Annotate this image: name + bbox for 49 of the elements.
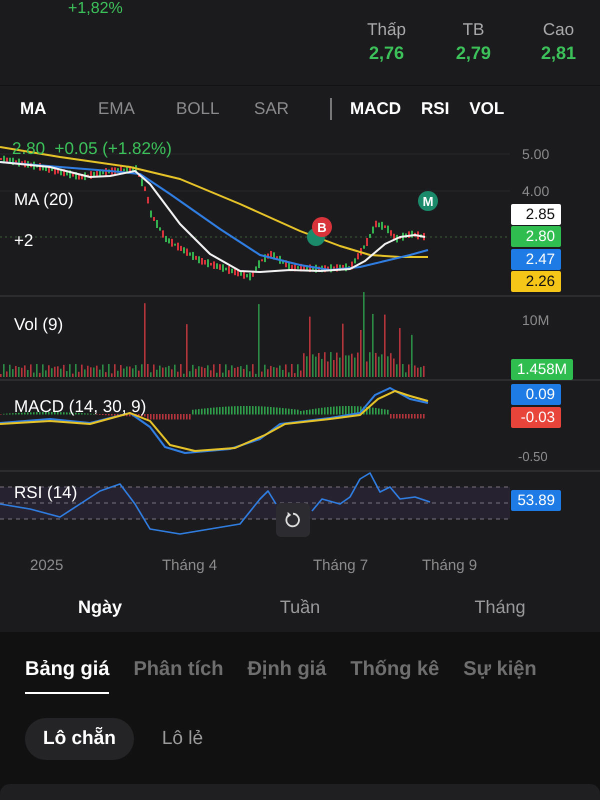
price-tag: 53.89 [511,490,561,511]
axis-label: 2025 [30,556,64,576]
indicator-label: RSI (14) [14,482,78,504]
section-tab[interactable]: Bảng giá [25,654,110,694]
reset-icon [284,511,302,529]
indicator-label: MACD (14, 30, 9) [14,396,146,418]
change-percent: +1,82% [68,0,123,18]
price-tag: -0.03 [511,407,561,428]
lot-toggle[interactable]: Lô chẵn [25,718,134,760]
axis-label: Tháng 9 [422,556,478,576]
axis-label: 5.00 [522,145,550,164]
axis-label: Tháng 4 [162,556,218,576]
indicator-label: Vol (9) [14,314,64,336]
stat-label: Thấp [367,20,406,40]
indicator-tab[interactable]: BOLL [174,96,252,122]
section-tab[interactable]: Phân tích [133,654,224,694]
indicator-tab[interactable]: VOL [459,96,514,122]
indicator-tab[interactable]: SAR [252,96,330,122]
stat-value: 2,76 [369,42,404,65]
axis-label: -0.50 [518,450,548,464]
price-tag: 2.26 [511,270,561,292]
stat-value: 2,81 [540,42,576,65]
axis-label: 4.00 [522,182,550,201]
stat-label: Cao [542,20,574,40]
price-tag: 0.09 [511,384,561,405]
offset-label: +2 [14,230,34,252]
lot-toggle[interactable]: Lô lẻ [144,718,222,760]
indicator-tab[interactable]: RSI [411,96,460,122]
reset-button[interactable] [276,503,310,537]
price-tag: 2.80 [511,226,561,248]
stat-value: 2,79 [456,42,491,65]
axis-label: Tháng 7 [313,556,368,576]
indicator-tab[interactable]: MACD [340,96,411,122]
section-tab[interactable]: Sự kiện [463,654,537,694]
price-tag: 2.85 [511,204,561,225]
chart-marker: M [418,191,438,211]
period-tab[interactable]: Tháng [400,594,600,620]
period-tab[interactable]: Ngày [0,594,200,620]
section-tab[interactable]: Định giá [247,654,326,694]
chart-marker: B [312,217,332,237]
period-tab[interactable]: Tuần [200,594,400,620]
section-tab[interactable]: Thống kê [350,654,440,694]
indicator-tab[interactable]: EMA [96,96,174,122]
indicator-tab[interactable]: MA [18,96,96,122]
price-tag: 2.47 [511,248,561,270]
indicator-label: MA (20) [14,189,74,211]
stat-label: TB [462,20,484,40]
price-tag: 1.458M [511,359,574,380]
axis-label: 10M [522,311,550,330]
